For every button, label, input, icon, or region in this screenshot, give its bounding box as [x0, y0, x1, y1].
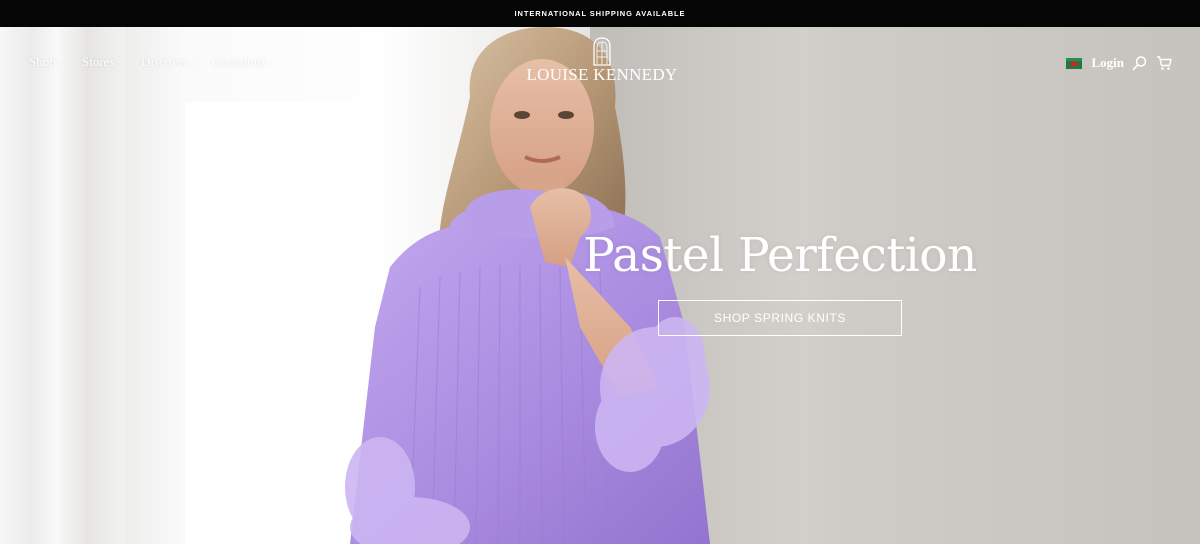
nav-stores[interactable]: Stores ⌄	[82, 54, 125, 70]
shop-spring-knits-button[interactable]: SHOP SPRING KNITS	[658, 300, 902, 336]
hero-banner[interactable]	[0, 27, 1200, 544]
chevron-down-icon: ⌄	[269, 57, 277, 67]
cta-label: SHOP SPRING KNITS	[713, 311, 846, 325]
announcement-text: INTERNATIONAL SHIPPING AVAILABLE	[514, 9, 686, 18]
header-tools: Login	[1066, 54, 1172, 72]
announcement-bar: INTERNATIONAL SHIPPING AVAILABLE	[0, 0, 1200, 27]
nav-occasions[interactable]: Occasions ⌄	[212, 54, 276, 70]
nav-stores-label: Stores	[82, 54, 115, 69]
brand-wordmark: LOUISE KENNEDY	[526, 65, 678, 84]
nav-shop[interactable]: Shop ⌄	[29, 54, 66, 70]
flag-icon[interactable]	[1066, 57, 1083, 69]
nav-discover-label: Discover	[141, 54, 188, 69]
chevron-down-icon: ⌄	[59, 57, 67, 67]
nav-discover[interactable]: Discover ⌄	[141, 54, 199, 70]
brand-logo[interactable]: LOUISE KENNEDY	[520, 36, 684, 94]
hero-model-image	[345, 27, 710, 544]
search-icon[interactable]	[1132, 55, 1148, 71]
curtain-left	[0, 27, 125, 544]
nav-occasions-label: Occasions	[212, 54, 266, 69]
chevron-down-icon: ⌄	[191, 57, 199, 67]
chevron-down-icon: ⌄	[118, 57, 126, 67]
cart-icon[interactable]	[1156, 55, 1172, 71]
hero-headline: Pastel Perfection	[583, 228, 977, 283]
logo-emblem-icon	[593, 37, 611, 66]
login-link[interactable]: Login	[1091, 55, 1124, 71]
nav-shop-label: Shop	[29, 54, 56, 69]
curtain-right	[125, 27, 185, 544]
